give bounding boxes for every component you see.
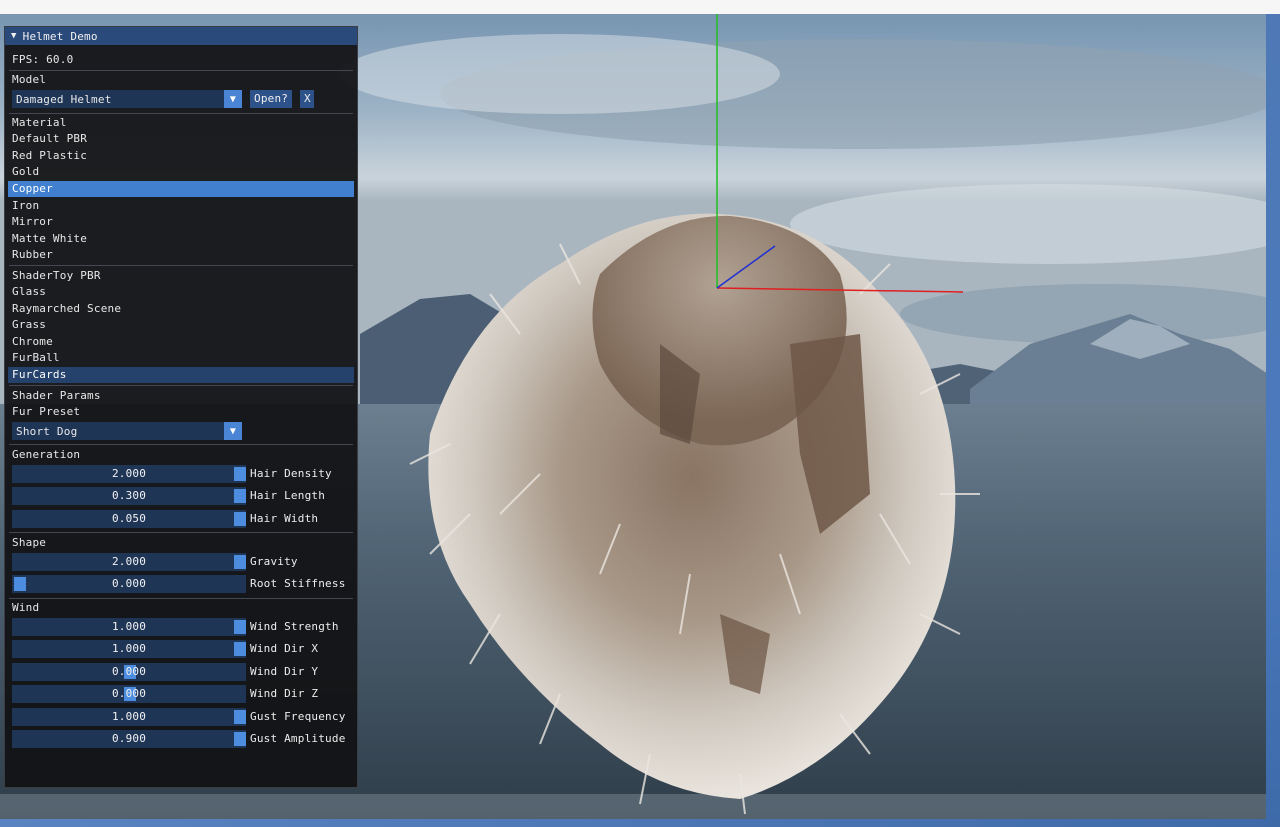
model-section-label: Model — [12, 73, 47, 86]
window-top-strip — [0, 0, 1280, 14]
divider — [9, 385, 353, 386]
slider-value: 0.000 — [111, 577, 147, 590]
slider-wind-dir-z[interactable]: 0.000 — [12, 685, 246, 703]
open-model-button[interactable]: Open? — [250, 90, 292, 108]
panel-title-bar[interactable]: ▼ Helmet Demo — [5, 27, 357, 45]
shader-item[interactable]: Grass — [8, 317, 354, 333]
fps-readout: FPS: 60.0 — [12, 53, 74, 66]
app-window: ▼ Helmet Demo FPS: 60.0 Model Damaged He… — [0, 0, 1280, 827]
shader-item[interactable]: Raymarched Scene — [8, 301, 354, 317]
slider-gravity[interactable]: 2.000 — [12, 553, 246, 571]
shader-item[interactable]: ShaderToy PBR — [8, 268, 354, 284]
shape-section-label: Shape — [12, 536, 47, 549]
slider-wind-strength[interactable]: 1.000 — [12, 618, 246, 636]
slider-wind-dir-y[interactable]: 0.000 — [12, 663, 246, 681]
fur-preset-value: Short Dog — [16, 424, 78, 438]
shader-params-label: Shader Params — [12, 389, 101, 402]
divider — [9, 444, 353, 445]
slider-value: 1.000 — [111, 710, 147, 723]
material-item[interactable]: Rubber — [8, 247, 354, 263]
model-combo-value: Damaged Helmet — [16, 92, 112, 106]
wind-section-label: Wind — [12, 601, 40, 614]
material-item[interactable]: Matte White — [8, 231, 354, 247]
slider-label: Hair Length — [250, 489, 326, 502]
collapse-triangle-icon[interactable]: ▼ — [11, 31, 17, 41]
shader-item[interactable]: FurBall — [8, 350, 354, 366]
generation-section-label: Generation — [12, 448, 81, 461]
slider-label: Hair Density — [250, 467, 332, 480]
slider-label: Gust Amplitude — [250, 732, 346, 745]
slider-value: 1.000 — [111, 620, 147, 633]
slider-gust-amplitude[interactable]: 0.900 — [12, 730, 246, 748]
slider-value: 0.000 — [111, 687, 147, 700]
helmet-demo-panel[interactable]: ▼ Helmet Demo FPS: 60.0 Model Damaged He… — [4, 26, 358, 788]
slider-label: Hair Width — [250, 512, 319, 525]
slider-value: 2.000 — [111, 555, 147, 568]
material-item[interactable]: Default PBR — [8, 131, 354, 147]
chevron-down-icon[interactable]: ▼ — [224, 90, 242, 108]
slider-value: 0.900 — [111, 732, 147, 745]
material-section-label: Material — [12, 116, 67, 129]
slider-value: 0.000 — [111, 665, 147, 678]
divider — [9, 598, 353, 599]
model-combo[interactable]: Damaged Helmet ▼ — [12, 90, 242, 108]
slider-label: Gust Frequency — [250, 710, 346, 723]
slider-value: 2.000 — [111, 467, 147, 480]
slider-hair-density[interactable]: 2.000 — [12, 465, 246, 483]
slider-wind-dir-x[interactable]: 1.000 — [12, 640, 246, 658]
chevron-down-icon[interactable]: ▼ — [224, 422, 242, 440]
shader-item[interactable]: Glass — [8, 284, 354, 300]
material-item[interactable]: Gold — [8, 164, 354, 180]
fur-preset-label: Fur Preset — [12, 405, 81, 418]
material-item[interactable]: Mirror — [8, 214, 354, 230]
divider — [9, 265, 353, 266]
slider-root-stiffness[interactable]: 0.000 — [12, 575, 246, 593]
shader-item[interactable]: Chrome — [8, 334, 354, 350]
viewport-bottom-border — [0, 819, 1280, 827]
slider-label: Gravity — [250, 555, 298, 568]
divider — [9, 532, 353, 533]
divider — [9, 70, 353, 71]
slider-gust-frequency[interactable]: 1.000 — [12, 708, 246, 726]
slider-label: Wind Dir X — [250, 642, 319, 655]
material-item-selected[interactable]: Copper — [8, 181, 354, 197]
slider-label: Wind Dir Y — [250, 665, 319, 678]
slider-label: Wind Strength — [250, 620, 339, 633]
slider-hair-width[interactable]: 0.050 — [12, 510, 246, 528]
panel-title: Helmet Demo — [22, 29, 98, 43]
fur-preset-combo[interactable]: Short Dog ▼ — [12, 422, 242, 440]
slider-label: Root Stiffness — [250, 577, 346, 590]
shader-item-selected[interactable]: FurCards — [8, 367, 354, 383]
divider — [9, 113, 353, 114]
slider-value: 0.300 — [111, 489, 147, 502]
material-item[interactable]: Red Plastic — [8, 148, 354, 164]
material-item[interactable]: Iron — [8, 198, 354, 214]
clear-model-button[interactable]: X — [300, 90, 314, 108]
slider-hair-length[interactable]: 0.300 — [12, 487, 246, 505]
viewport-right-border — [1266, 14, 1280, 827]
slider-value: 1.000 — [111, 642, 147, 655]
slider-value: 0.050 — [111, 512, 147, 525]
slider-label: Wind Dir Z — [250, 687, 319, 700]
